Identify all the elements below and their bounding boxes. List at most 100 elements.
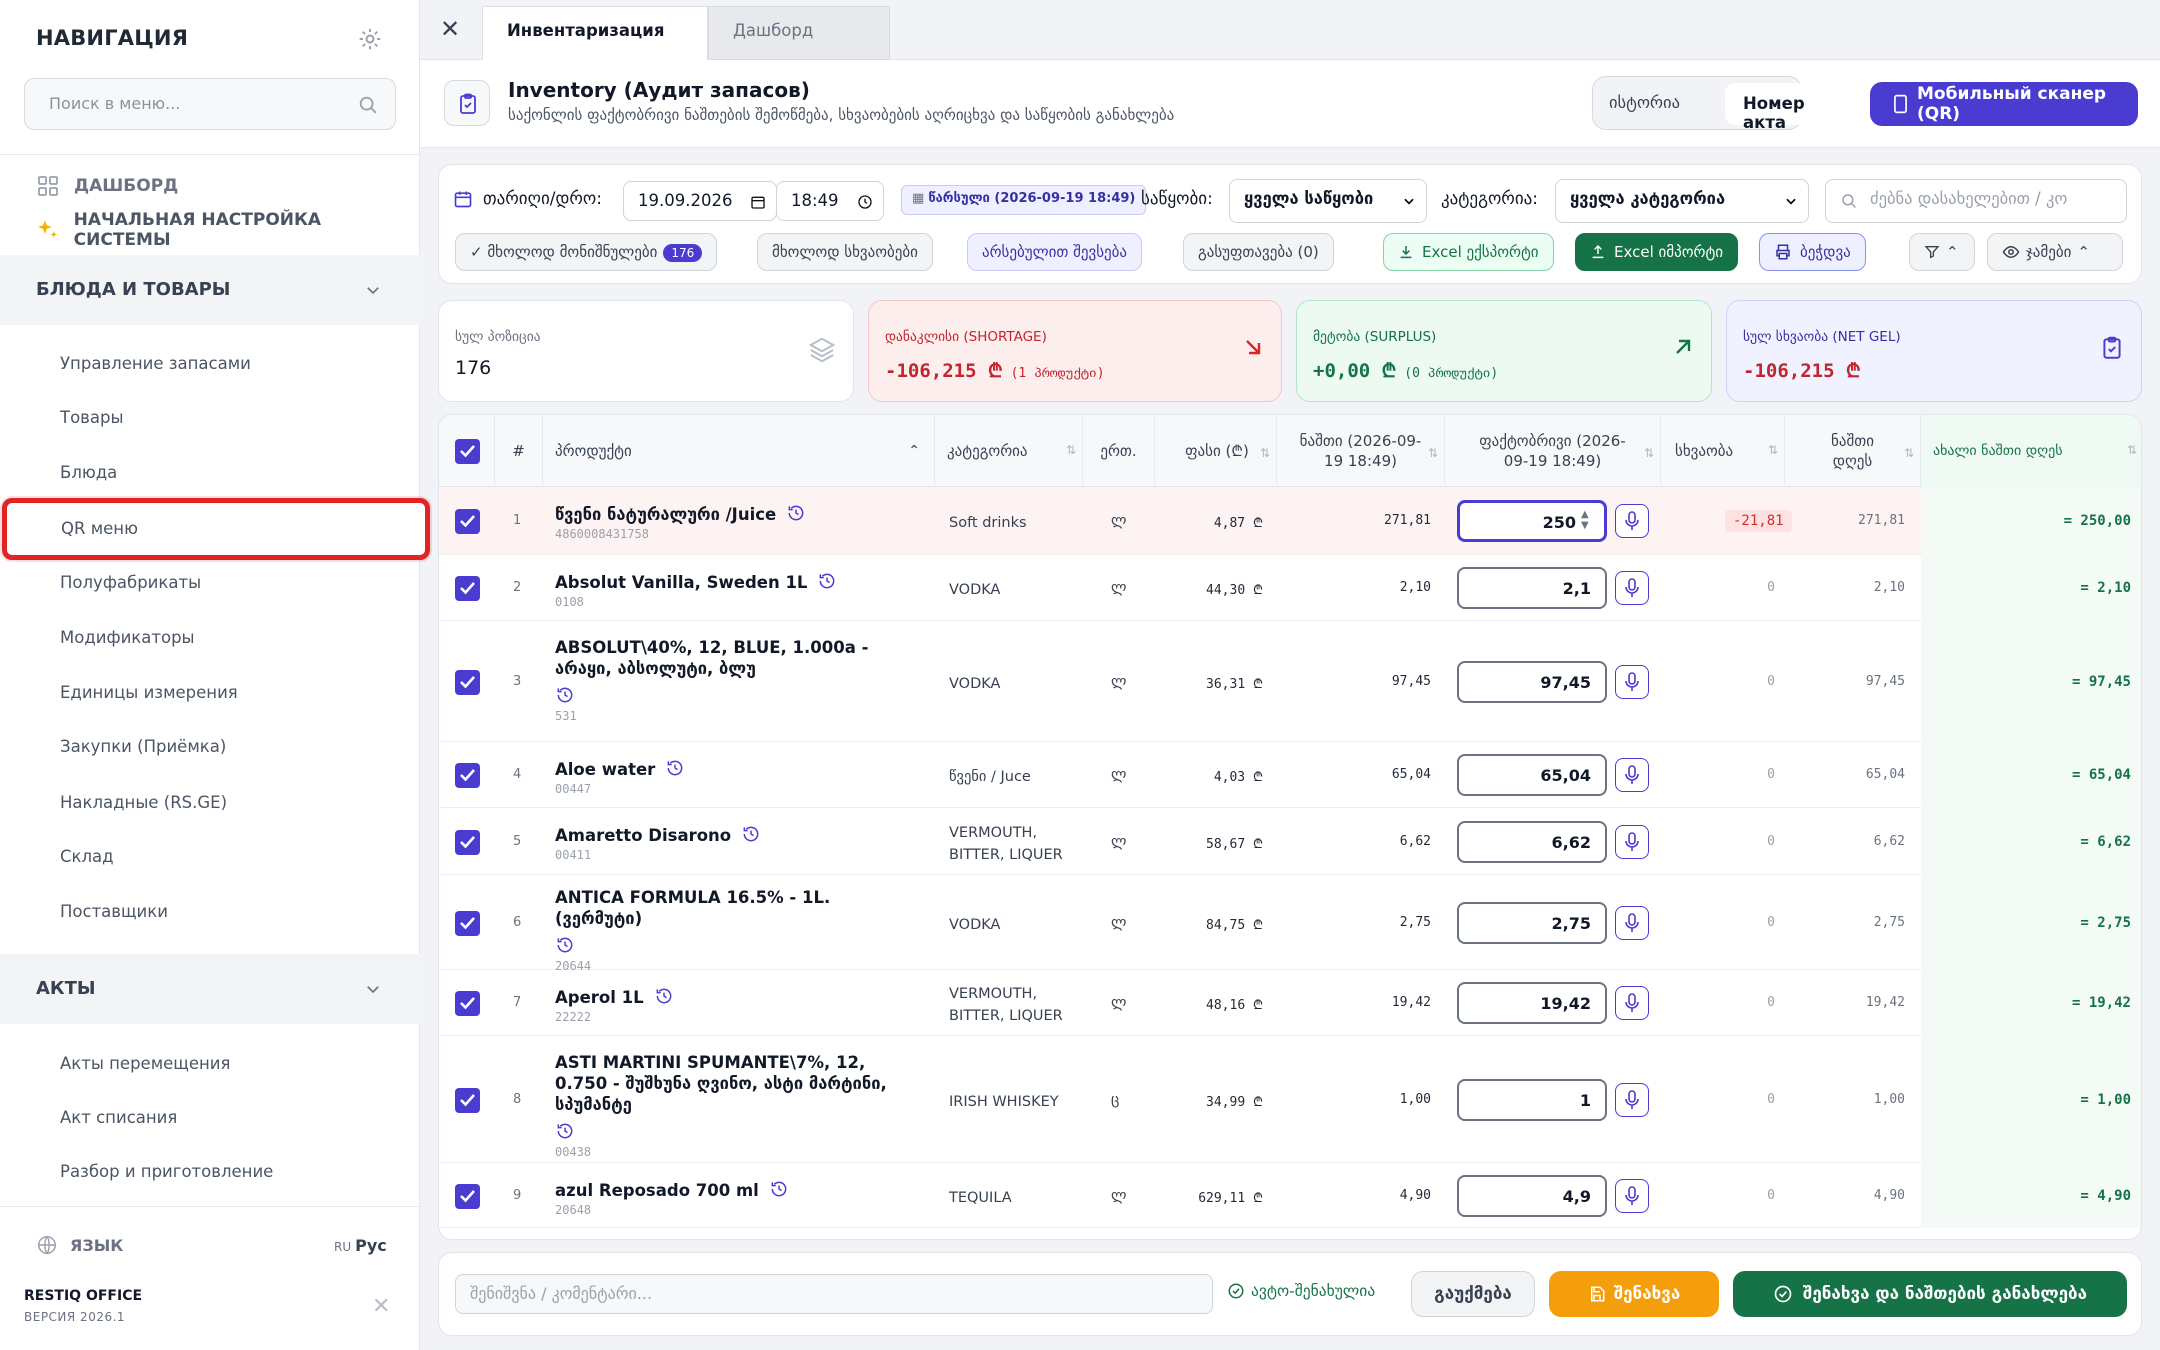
language-selector[interactable]: RU Рус <box>334 1236 387 1255</box>
clear-button[interactable]: გასუფთავება (0) <box>1183 233 1334 271</box>
col-category[interactable]: კატეგორია ⇅ <box>935 415 1083 487</box>
table-row[interactable]: 9 azul Reposado 700 ml 20648 TEQUILA ლ 629,11… <box>439 1163 2141 1228</box>
only-marked-toggle[interactable]: ✓ მხოლოდ მონიშნულები 176 <box>455 233 718 271</box>
sidebar-item-goods[interactable]: Товары <box>60 408 124 427</box>
col-balance-today[interactable]: ნაშთი დღეს ⇅ <box>1785 415 1921 487</box>
sidebar-item-writeoff-act[interactable]: Акт списания <box>60 1108 177 1127</box>
microphone-icon[interactable] <box>1615 905 1649 940</box>
row-checkbox[interactable] <box>455 829 480 855</box>
microphone-icon[interactable] <box>1615 986 1649 1020</box>
table-row[interactable]: 5 Amaretto Disarono 00411 VERMOUTH, BITTER,… <box>439 808 2141 875</box>
sidebar-item-dishes[interactable]: Блюда <box>60 463 117 482</box>
filter-toggle[interactable]: ⌃ <box>1909 233 1975 271</box>
date-input[interactable]: 19.09.2026 <box>623 181 777 221</box>
section-dishes-goods[interactable]: БЛЮДА И ТОВАРЫ <box>0 255 420 325</box>
col-actual[interactable]: ფაქტობრივი (2026-09-19 18:49) ⇅ <box>1445 415 1661 487</box>
seg-act-number[interactable]: Номер акта <box>1725 83 1855 132</box>
warehouse-select[interactable]: ყველა საწყობი <box>1229 179 1427 223</box>
row-checkbox[interactable] <box>455 1183 480 1209</box>
table-row[interactable]: 3 ABSOLUT\40%, 12, BLUE, 1.000a - არაყი, … <box>439 621 2141 742</box>
gear-icon[interactable] <box>357 26 383 52</box>
microphone-icon[interactable] <box>1615 1082 1649 1117</box>
actual-quantity-input[interactable]: 6,62 <box>1457 820 1607 863</box>
cancel-button[interactable]: გაუქმება <box>1411 1271 1535 1317</box>
seg-history[interactable]: ისტორია <box>1609 93 1680 112</box>
table-row[interactable]: 2 Absolut Vanilla, Sweden 1L 0108 VODKA ლ 44,… <box>439 555 2141 621</box>
spinner-icon[interactable]: ▲ ▼ <box>1581 509 1589 531</box>
col-new-balance[interactable]: ახალი ნაშთი დღეს ⇅ <box>1921 415 2141 487</box>
history-icon[interactable] <box>654 986 674 1006</box>
history-icon[interactable] <box>555 1121 575 1141</box>
section-acts[interactable]: АКТЫ <box>0 954 420 1024</box>
sidebar-item-suppliers[interactable]: Поставщики <box>60 902 168 921</box>
sidebar-item-warehouse[interactable]: Склад <box>60 847 114 866</box>
row-checkbox[interactable] <box>455 910 480 936</box>
row-checkbox[interactable] <box>455 1087 480 1113</box>
category-select[interactable]: ყველა კატეგორია <box>1555 179 1809 223</box>
microphone-icon[interactable] <box>1615 664 1649 699</box>
col-diff[interactable]: სხვაობა ⇅ <box>1661 415 1785 487</box>
menu-search-input[interactable]: Поиск в меню... <box>24 78 396 130</box>
actual-quantity-input[interactable]: 97,45 <box>1457 660 1607 703</box>
tab-inventory[interactable]: Инвентаризация <box>482 6 708 60</box>
history-icon[interactable] <box>555 935 575 955</box>
actual-quantity-input[interactable]: 1 <box>1457 1078 1607 1121</box>
col-balance[interactable]: ნაშთი (2026-09-19 18:49) ⇅ <box>1277 415 1445 487</box>
product-search-input[interactable]: ძებნა დასახელებით / კო <box>1825 179 2127 223</box>
row-checkbox[interactable] <box>455 576 480 601</box>
history-icon[interactable] <box>741 824 761 844</box>
comment-input[interactable]: შენიშვნა / კომენტარი... <box>455 1274 1213 1314</box>
actual-quantity-input[interactable]: 2,1 <box>1457 567 1607 609</box>
actual-quantity-input[interactable]: 19,42 <box>1457 982 1607 1024</box>
sidebar-item-modifiers[interactable]: Модификаторы <box>60 628 195 647</box>
close-icon[interactable]: ✕ <box>372 1294 390 1319</box>
sidebar-item-dashboard[interactable]: ДАШБОРД <box>36 174 178 198</box>
microphone-icon[interactable] <box>1615 758 1649 792</box>
sidebar-item-stock[interactable]: Управление запасами <box>60 354 251 373</box>
print-button[interactable]: ბეჭდვა <box>1759 233 1866 271</box>
microphone-icon[interactable] <box>1615 824 1649 859</box>
sidebar-item-initial-setup[interactable]: НАЧАЛЬНАЯ НАСТРОЙКА СИСТЕМЫ <box>36 210 419 250</box>
sidebar-item-qr-menu[interactable]: QR меню <box>2 498 430 560</box>
mobile-scanner-button[interactable]: Мобильный сканер (QR) <box>1870 82 2138 126</box>
totals-toggle[interactable]: ჯამები ⌃ <box>1987 233 2123 271</box>
excel-import-button[interactable]: Excel იმპორტი <box>1575 233 1739 271</box>
sidebar-item-semi-finished[interactable]: Полуфабрикаты <box>60 573 201 592</box>
microphone-icon[interactable] <box>1615 504 1649 538</box>
tab-dashboard[interactable]: Дашборд <box>708 6 890 60</box>
history-icon[interactable] <box>786 503 806 523</box>
actual-quantity-input[interactable]: 65,04 <box>1457 754 1607 796</box>
select-all-checkbox[interactable] <box>455 439 480 464</box>
actual-quantity-input[interactable]: 2,75 <box>1457 901 1607 944</box>
row-checkbox[interactable] <box>455 669 480 695</box>
fill-actual-button[interactable]: არსებულით შევსება <box>967 233 1143 271</box>
save-and-apply-button[interactable]: შენახვა და ნაშთების განახლება <box>1733 1271 2127 1317</box>
row-checkbox[interactable] <box>455 509 480 534</box>
history-icon[interactable] <box>555 685 575 705</box>
microphone-icon[interactable] <box>1615 571 1649 605</box>
history-icon[interactable] <box>817 571 837 591</box>
time-input[interactable]: 18:49 <box>776 181 884 221</box>
sidebar-item-purchases[interactable]: Закупки (Приёмка) <box>60 737 226 756</box>
microphone-icon[interactable] <box>1615 1178 1649 1213</box>
excel-export-button[interactable]: Excel ექსპორტი <box>1383 233 1554 271</box>
row-checkbox[interactable] <box>455 763 480 788</box>
col-price[interactable]: ფასი (₾) ⇅ <box>1155 415 1277 487</box>
sidebar-item-breakdown[interactable]: Разбор и приготовление <box>60 1162 273 1181</box>
history-icon[interactable] <box>665 758 685 778</box>
only-diff-toggle[interactable]: მხოლოდ სხვაობები <box>757 233 933 271</box>
close-tab-icon[interactable]: ✕ <box>440 15 460 43</box>
table-row[interactable]: 7 Aperol 1L 22222 VERMOUTH, BITTER, LIQUER ლ… <box>439 970 2141 1036</box>
sidebar-item-transfer-acts[interactable]: Акты перемещения <box>60 1054 230 1073</box>
col-product[interactable]: პროდუქტი ⌃ <box>543 415 935 487</box>
save-button[interactable]: შენახვა <box>1549 1271 1719 1317</box>
table-row[interactable]: 4 Aloe water 00447 წვენი / Juce ლ 4,03 ₾ 65,04… <box>439 742 2141 808</box>
actual-quantity-input[interactable]: 4,9 <box>1457 1174 1607 1217</box>
table-row[interactable]: 6 ANTICA FORMULA 16.5% - 1L. (ვერმუტი) 206… <box>439 875 2141 973</box>
history-icon[interactable] <box>769 1179 789 1199</box>
sidebar-item-units[interactable]: Единицы измерения <box>60 683 238 702</box>
table-row[interactable]: 8 ASTI MARTINI SPUMANTE\7%, 12, 0.750 - შ… <box>439 1036 2141 1163</box>
table-row[interactable]: 1 წვენი ნატურალური /Juice 4860008431758 Sof… <box>439 487 2141 555</box>
sidebar-item-invoices[interactable]: Накладные (RS.GE) <box>60 793 227 812</box>
row-checkbox[interactable] <box>455 991 480 1016</box>
